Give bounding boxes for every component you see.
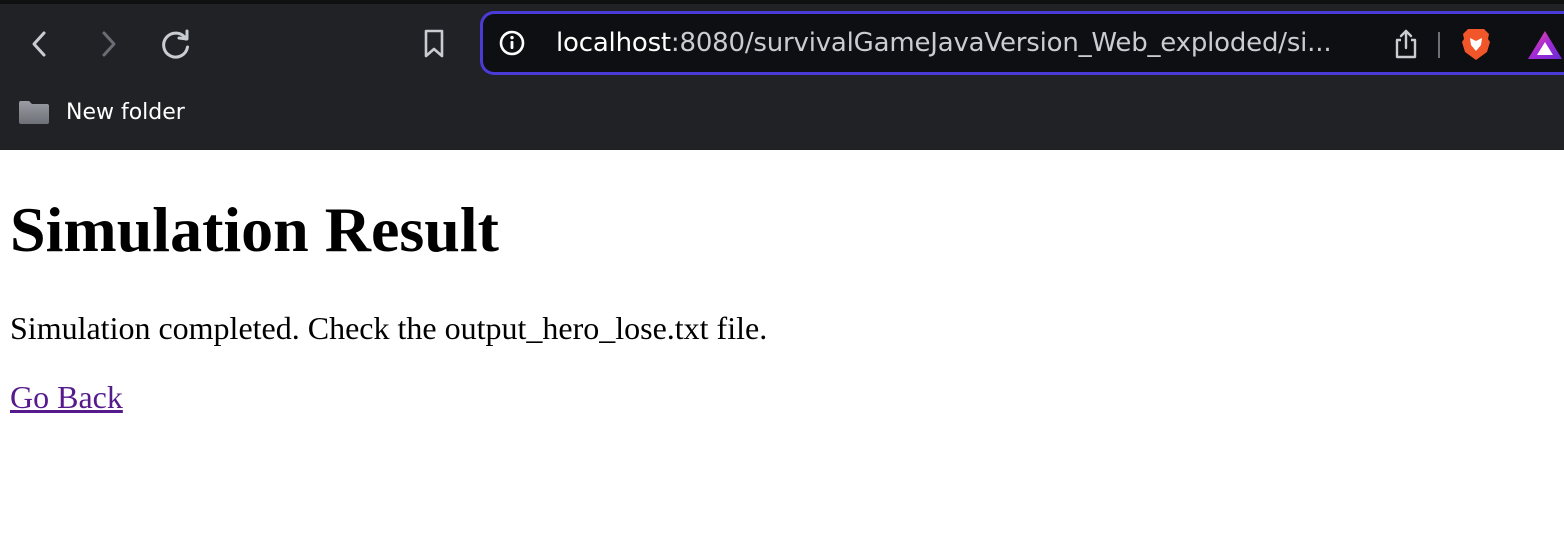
- chevron-left-icon: [32, 31, 46, 57]
- bookmark-folder-new-folder[interactable]: New folder: [18, 90, 185, 134]
- brave-shields-icon[interactable]: [1459, 26, 1493, 62]
- address-bar-divider: [1438, 32, 1440, 58]
- url-path: :8080/survivalGameJavaVersion_Web_explod…: [670, 28, 1332, 58]
- share-icon[interactable]: [1391, 28, 1421, 60]
- folder-icon: [19, 101, 49, 124]
- bookmark-icon: [424, 29, 444, 58]
- page-content: Simulation Result Simulation completed. …: [0, 150, 1564, 552]
- browser-toolbar: localhost:8080/survivalGameJavaVersion_W…: [0, 0, 1564, 150]
- brave-rewards-icon[interactable]: [1525, 28, 1564, 62]
- forward-button[interactable]: [88, 24, 128, 64]
- info-icon[interactable]: [499, 30, 525, 56]
- bookmark-label: New folder: [66, 99, 185, 125]
- go-back-link[interactable]: Go Back: [10, 377, 123, 417]
- page-title: Simulation Result: [10, 194, 499, 265]
- url-host: localhost: [556, 28, 671, 58]
- bookmarks-bar: New folder: [0, 90, 1564, 134]
- address-text[interactable]: localhost:8080/survivalGameJavaVersion_W…: [556, 26, 1332, 60]
- address-bar[interactable]: localhost:8080/survivalGameJavaVersion_W…: [480, 11, 1564, 75]
- reload-button[interactable]: [156, 24, 196, 64]
- back-button[interactable]: [20, 24, 60, 64]
- window-top-strip: [0, 0, 1564, 4]
- chevron-right-icon: [102, 31, 116, 57]
- reload-icon: [162, 29, 189, 59]
- result-message: Simulation completed. Check the output_h…: [10, 310, 768, 346]
- bookmark-button[interactable]: [414, 24, 454, 64]
